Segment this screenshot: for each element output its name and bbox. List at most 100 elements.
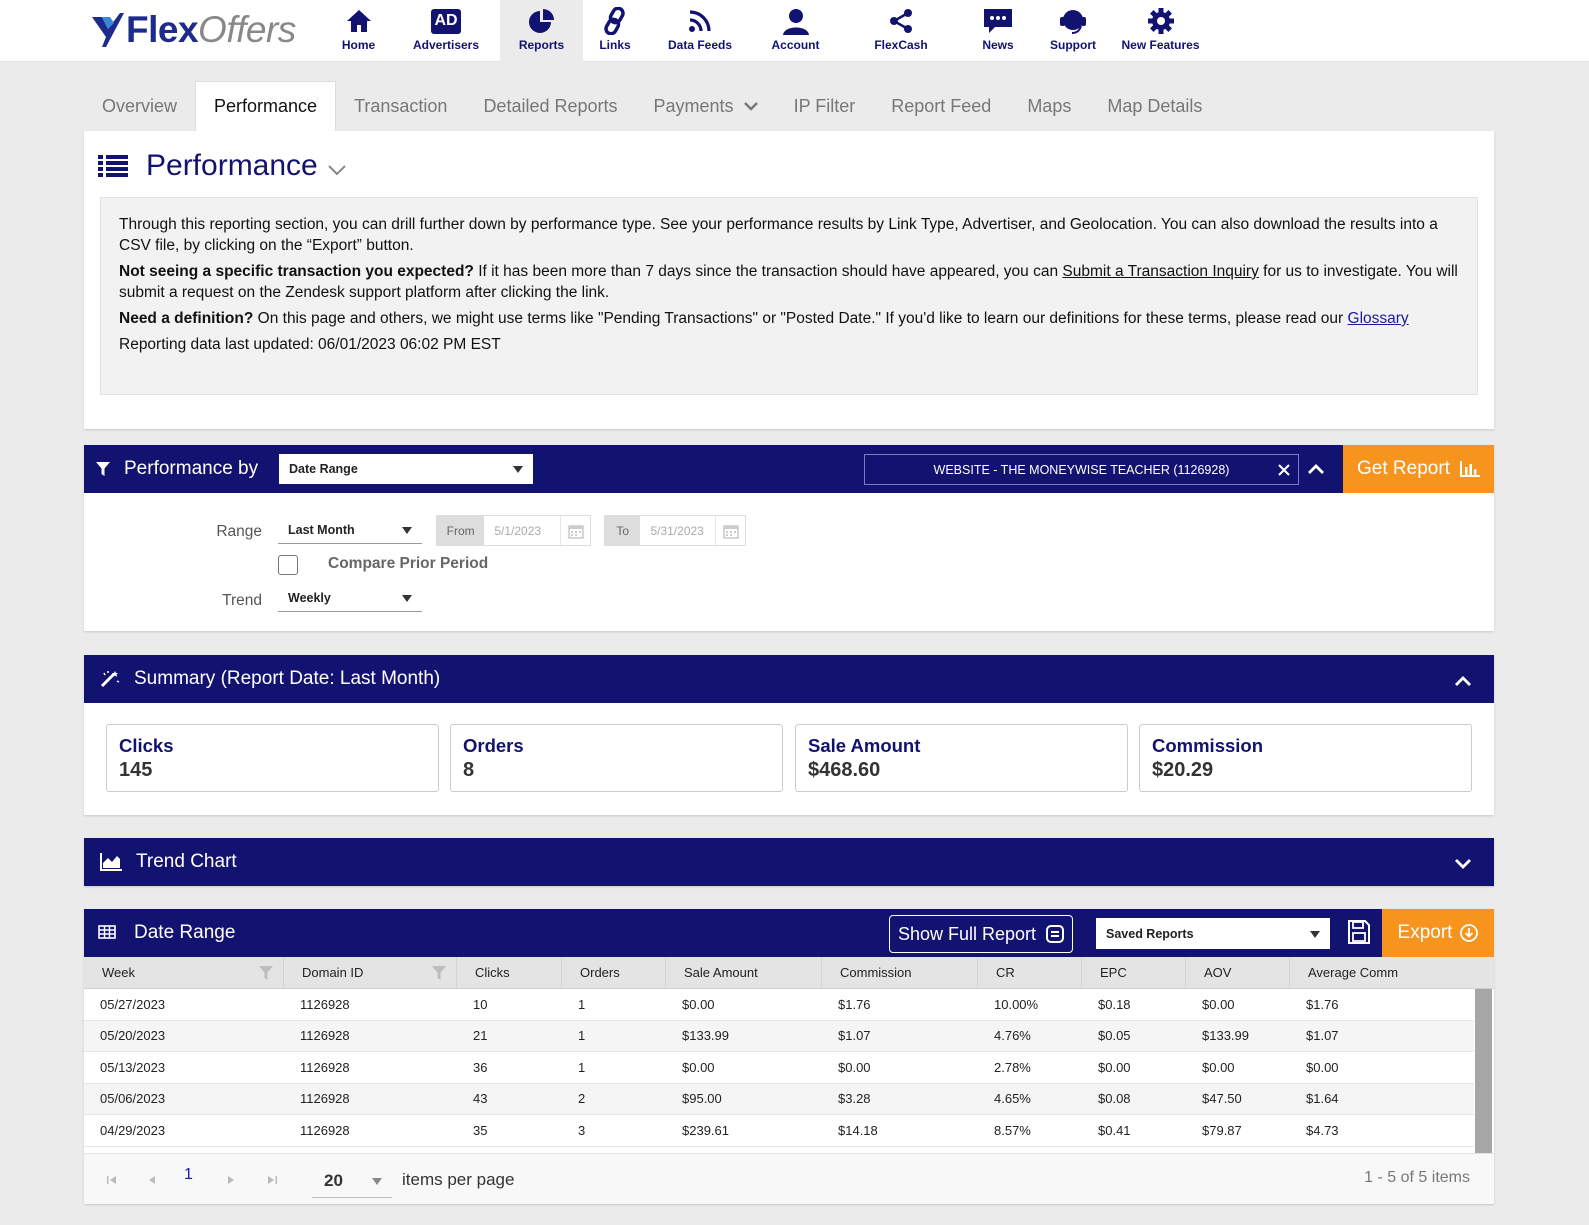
- tab-transaction[interactable]: Transaction: [336, 81, 465, 131]
- trend-chart-header[interactable]: Trend Chart: [84, 838, 1494, 886]
- summary-card-label: Clicks: [119, 735, 174, 756]
- chevron-up-icon[interactable]: [1455, 676, 1471, 686]
- cell-aov: $133.99: [1202, 1028, 1249, 1044]
- prev-page-icon[interactable]: [147, 1154, 157, 1205]
- chevron-down-icon[interactable]: [1455, 859, 1471, 869]
- column-header-sale-amount[interactable]: Sale Amount: [666, 957, 822, 988]
- cell-average-comm: $0.00: [1306, 1059, 1339, 1075]
- nav-support[interactable]: Support: [1048, 0, 1098, 62]
- pagination-bar: 1 20 items per page 1 - 5 of 5 items: [84, 1153, 1494, 1204]
- range-select[interactable]: Last Month: [278, 516, 422, 544]
- nav-account[interactable]: Account: [768, 0, 823, 62]
- nav-advertisers[interactable]: AD Advertisers: [407, 0, 485, 62]
- compare-prior-period-checkbox[interactable]: [278, 555, 298, 575]
- export-button[interactable]: Export: [1382, 909, 1494, 957]
- cell-cr: 2.78%: [994, 1059, 1031, 1075]
- glossary-link[interactable]: Glossary: [1348, 310, 1409, 327]
- grid-header-row: Week Domain ID Clicks Orders Sale Amount…: [84, 957, 1494, 989]
- column-header-orders[interactable]: Orders: [562, 957, 666, 988]
- info-text-3: On this page and others, we might use te…: [253, 310, 1348, 327]
- nav-advertisers-label: Advertisers: [412, 38, 480, 52]
- vertical-scrollbar[interactable]: [1475, 989, 1492, 1155]
- pagination-info: 1 - 5 of 5 items: [1364, 1169, 1470, 1186]
- filter-icon[interactable]: [259, 966, 273, 980]
- nav-news[interactable]: News: [979, 0, 1017, 62]
- performance-by-select[interactable]: Date Range: [279, 454, 533, 484]
- download-icon: [1460, 924, 1479, 942]
- column-header-cr[interactable]: CR: [978, 957, 1082, 988]
- caret-down-icon: [1310, 930, 1320, 938]
- nav-reports[interactable]: Reports: [500, 0, 583, 62]
- table-row[interactable]: 04/29/2023 1126928 35 3 $239.61 $14.18 8…: [84, 1115, 1474, 1147]
- nav-data-feeds[interactable]: Data Feeds: [665, 0, 735, 62]
- column-header-commission[interactable]: Commission: [822, 957, 978, 988]
- column-header-average-comm[interactable]: Average Comm: [1290, 957, 1494, 988]
- column-header-domain-id[interactable]: Domain ID: [284, 957, 457, 988]
- next-page-icon[interactable]: [226, 1154, 236, 1205]
- tab-payments[interactable]: Payments: [636, 81, 776, 131]
- column-header-epc[interactable]: EPC: [1082, 957, 1186, 988]
- gear-icon: [1147, 8, 1174, 34]
- from-date-field[interactable]: From 5/1/2023: [436, 515, 591, 546]
- calendar-icon[interactable]: [715, 516, 745, 545]
- export-label: Export: [1397, 922, 1453, 943]
- table-row[interactable]: 05/06/2023 1126928 43 2 $95.00 $3.28 4.6…: [84, 1083, 1474, 1115]
- flexoffers-logo[interactable]: Flex Offers: [90, 9, 296, 50]
- trend-chart-title: Trend Chart: [136, 851, 237, 872]
- tab-detailed-reports[interactable]: Detailed Reports: [465, 81, 635, 131]
- table-row[interactable]: 05/27/2023 1126928 10 1 $0.00 $1.76 10.0…: [84, 989, 1474, 1021]
- column-header-label: Week: [102, 965, 135, 980]
- column-header-aov[interactable]: AOV: [1186, 957, 1290, 988]
- get-report-button[interactable]: Get Report: [1343, 445, 1494, 493]
- column-header-week[interactable]: Week: [84, 957, 284, 988]
- column-header-clicks[interactable]: Clicks: [457, 957, 562, 988]
- nav-home[interactable]: Home: [336, 0, 381, 62]
- cell-aov: $47.50: [1202, 1091, 1242, 1107]
- tab-maps[interactable]: Maps: [1009, 81, 1089, 131]
- top-navigation: Flex Offers Home AD Advertisers Reports L…: [0, 0, 1589, 62]
- to-date-field[interactable]: To 5/31/2023: [604, 515, 746, 546]
- chevron-up-icon[interactable]: [1308, 464, 1324, 474]
- nav-home-label: Home: [341, 38, 376, 52]
- tab-overview[interactable]: Overview: [84, 81, 195, 131]
- nav-new-features[interactable]: New Features: [1118, 0, 1203, 62]
- cell-domain-id: 1126928: [300, 1091, 350, 1107]
- compare-prior-period-label[interactable]: Compare Prior Period: [328, 555, 488, 573]
- current-page-number[interactable]: 1: [184, 1166, 193, 1184]
- performance-by-value: Date Range: [289, 462, 358, 476]
- trend-select[interactable]: Weekly: [278, 584, 422, 612]
- cell-domain-id: 1126928: [300, 996, 350, 1012]
- first-page-icon[interactable]: [106, 1154, 118, 1205]
- user-icon: [782, 9, 809, 35]
- filter-icon[interactable]: [432, 966, 446, 980]
- get-report-label: Get Report: [1357, 458, 1450, 479]
- tab-performance[interactable]: Performance: [195, 81, 337, 131]
- cell-cr: 8.57%: [994, 1122, 1031, 1138]
- nav-links[interactable]: Links: [595, 0, 635, 62]
- show-full-report-button[interactable]: Show Full Report: [889, 915, 1073, 953]
- tab-map-details[interactable]: Map Details: [1089, 81, 1220, 131]
- saved-reports-select[interactable]: Saved Reports: [1096, 918, 1330, 949]
- cell-orders: 2: [578, 1091, 586, 1107]
- last-page-icon[interactable]: [266, 1154, 278, 1205]
- nav-flexcash[interactable]: FlexCash: [872, 0, 930, 62]
- close-icon[interactable]: [1278, 464, 1290, 476]
- table-icon: [98, 925, 116, 939]
- table-row[interactable]: 05/13/2023 1126928 36 1 $0.00 $0.00 2.78…: [84, 1052, 1474, 1084]
- chat-icon: [984, 9, 1012, 33]
- info-text-2: If it has been more than 7 days since th…: [473, 263, 1063, 280]
- trend-chart-panel[interactable]: Trend Chart: [84, 838, 1494, 886]
- save-icon[interactable]: [1348, 920, 1370, 944]
- website-filter-chip[interactable]: WEBSITE - THE MONEYWISE TEACHER (1126928…: [864, 454, 1299, 485]
- summary-header[interactable]: Summary (Report Date: Last Month): [84, 655, 1494, 703]
- cell-sale-amount: $95.00: [682, 1091, 722, 1107]
- show-full-report-label: Show Full Report: [897, 923, 1037, 944]
- tab-ip-filter[interactable]: IP Filter: [776, 81, 874, 131]
- table-row[interactable]: 05/20/2023 1126928 21 1 $133.99 $1.07 4.…: [84, 1020, 1474, 1052]
- page-title[interactable]: Performance: [98, 149, 346, 183]
- summary-panel: Summary (Report Date: Last Month) Clicks…: [84, 655, 1494, 815]
- transaction-inquiry-link[interactable]: Submit a Transaction Inquiry: [1062, 263, 1258, 280]
- items-per-page-select[interactable]: 20: [312, 1164, 392, 1198]
- calendar-icon[interactable]: [560, 516, 590, 545]
- tab-report-feed[interactable]: Report Feed: [873, 81, 1009, 131]
